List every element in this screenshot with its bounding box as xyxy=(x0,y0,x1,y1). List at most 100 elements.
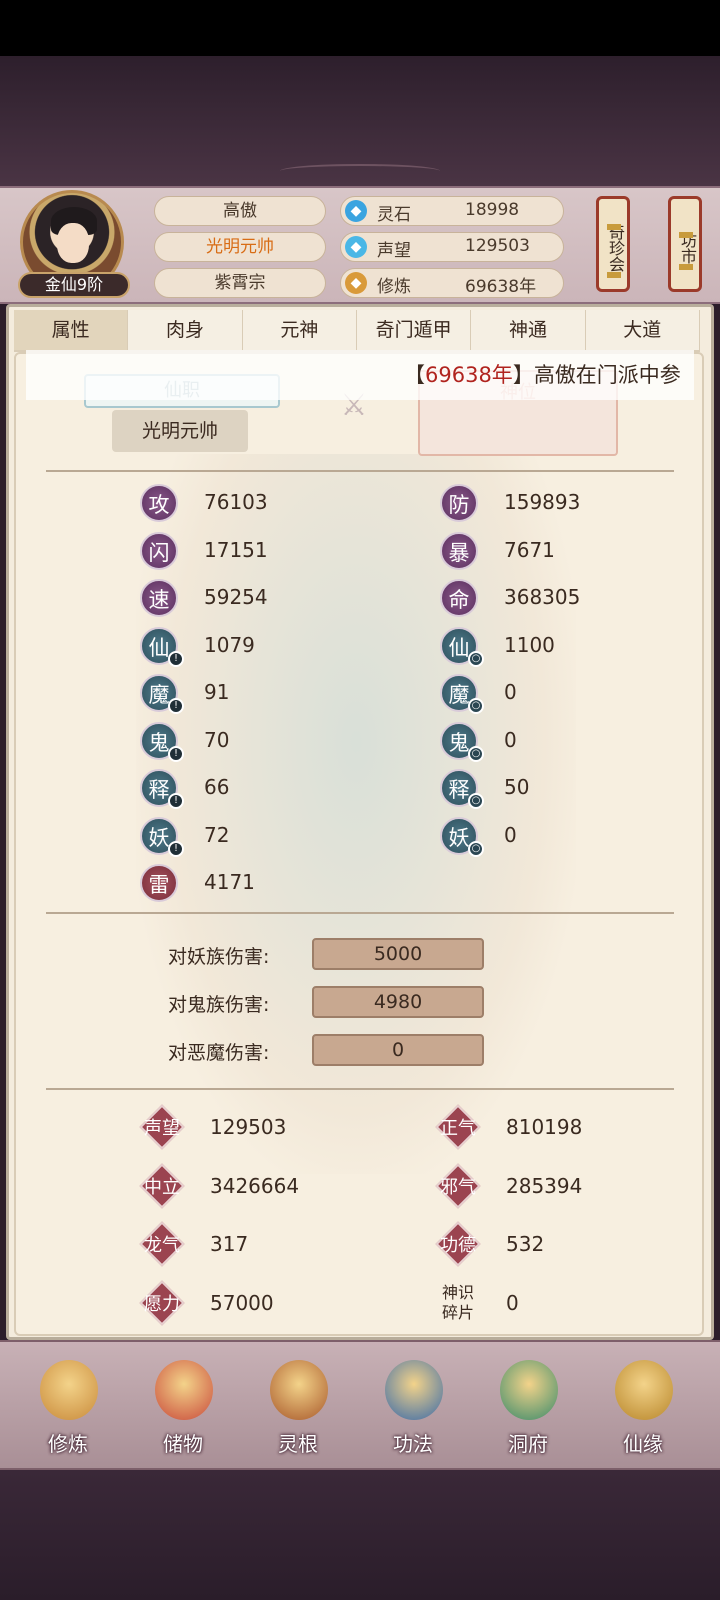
misc-value: 57000 xyxy=(210,1290,274,1315)
diamond-badge: 正气 xyxy=(435,1104,481,1150)
marquee-year: 69638年 xyxy=(425,363,513,387)
storage-bag-icon xyxy=(155,1360,213,1420)
stat-row: 命 368305 xyxy=(440,579,660,617)
marquee-text: 高傲在门派中参 xyxy=(533,363,681,387)
resist-indicator-icon: ○ xyxy=(468,840,484,857)
misc-value: 810198 xyxy=(506,1115,583,1139)
attack-indicator-icon: ! xyxy=(168,745,184,762)
damage-value: 5000 xyxy=(312,938,484,970)
stat-value: 0 xyxy=(504,680,517,704)
tab-1[interactable]: 肉身 xyxy=(128,310,243,352)
stat-row: 攻 76103 xyxy=(140,484,360,522)
nav-cave-dwelling[interactable]: 洞府 xyxy=(476,1360,580,1460)
diamond-badge: 神识 碎片 xyxy=(436,1281,480,1325)
tab-4[interactable]: 神通 xyxy=(471,310,586,352)
tab-2[interactable]: 元神 xyxy=(242,310,357,352)
diamond-badge: 愿力 xyxy=(139,1279,185,1326)
player-sect: 紫霄宗 xyxy=(154,268,326,298)
stat-value: 4171 xyxy=(204,870,255,894)
stat-row: 闪 17151 xyxy=(140,531,360,570)
nav-cultivate[interactable]: 修炼 xyxy=(16,1360,120,1460)
attack-indicator-icon: ! xyxy=(168,698,184,714)
avatar-face xyxy=(57,223,89,263)
tab-5[interactable]: 大道 xyxy=(585,310,700,352)
reputation-row: 龙气 317 xyxy=(139,1221,360,1267)
reputation-row: 正气 810198 xyxy=(435,1104,656,1150)
resource-label: 修炼 xyxy=(377,277,411,297)
divider xyxy=(46,912,674,914)
meditation-icon: ◆ xyxy=(345,272,367,294)
tab-3[interactable]: 奇门遁甲 xyxy=(356,310,472,352)
misc-label: 龙气 xyxy=(144,1235,180,1256)
nav-label: 仙缘 xyxy=(623,1432,663,1456)
marquee-bracket-close: 】 xyxy=(512,363,534,387)
misc-value: 317 xyxy=(210,1232,249,1256)
stat-row: 仙 ○ 1100 xyxy=(440,626,660,667)
top-ornament xyxy=(280,164,440,178)
market-button[interactable]: 坊市 xyxy=(668,196,702,292)
stat-row: 魔! 91 xyxy=(140,674,360,714)
stat-row: 魔 ○ 0 xyxy=(440,674,660,714)
misc-value: 285394 xyxy=(506,1173,583,1198)
resource-label: 声望 xyxy=(377,241,411,261)
stat-row: 防 159893 xyxy=(440,484,660,522)
spirit-stone-icon: ◆ xyxy=(345,200,367,222)
misc-label: 神识 碎片 xyxy=(441,1282,474,1322)
stat-badge: 暴 xyxy=(440,531,478,570)
attack-indicator-icon: ! xyxy=(168,840,184,857)
misc-value: 0 xyxy=(506,1290,519,1315)
resource-reputation[interactable]: ◆ 声望 129503 xyxy=(340,232,564,262)
stat-row: 妖 ○ 0 xyxy=(440,816,660,857)
resource-spirit-stone[interactable]: ◆ 灵石 18998 xyxy=(340,196,564,226)
status-bar xyxy=(0,0,720,56)
bottom-background xyxy=(0,1470,720,1600)
spirit-root-icon xyxy=(270,1360,328,1420)
stat-row: 鬼! 70 xyxy=(140,721,360,762)
stat-badge: 速 xyxy=(140,579,178,617)
reputation-row: 神识 碎片 0 xyxy=(436,1281,656,1325)
stat-row: 暴 7671 xyxy=(440,531,660,570)
misc-value: 532 xyxy=(506,1232,545,1256)
damage-label: 对妖族伤害: xyxy=(168,946,270,968)
tab-0[interactable]: 属性 xyxy=(14,310,129,352)
stat-badge: 攻 xyxy=(140,484,178,522)
stat-value: 1079 xyxy=(204,632,255,657)
stat-badge: 防 xyxy=(440,484,478,522)
reputation-row: 邪气 285394 xyxy=(435,1162,656,1209)
nav-technique-book[interactable]: 功法 xyxy=(361,1360,465,1460)
attack-indicator-icon: ! xyxy=(168,650,184,667)
stat-value: 50 xyxy=(504,775,530,799)
nav-spirit-root[interactable]: 灵根 xyxy=(246,1360,350,1460)
stat-value: 72 xyxy=(204,822,230,847)
damage-value: 4980 xyxy=(312,986,484,1018)
stat-row: 雷 4171 xyxy=(140,864,360,902)
misc-label: 邪气 xyxy=(440,1176,476,1198)
technique-book-icon xyxy=(385,1360,443,1420)
nav-immortal-fate[interactable]: 仙缘 xyxy=(591,1360,695,1460)
stat-value: 159893 xyxy=(504,490,581,514)
resource-meditation[interactable]: ◆ 修炼 69638年 xyxy=(340,268,564,298)
reputation-row: 中立 3426664 xyxy=(139,1162,360,1209)
misc-label: 正气 xyxy=(440,1118,476,1139)
reputation-row: 声望 129503 xyxy=(139,1104,360,1150)
damage-label: 对恶魔伤害: xyxy=(168,1042,270,1064)
stat-value: 70 xyxy=(204,727,230,752)
nav-storage-bag[interactable]: 储物 xyxy=(131,1360,235,1460)
resist-indicator-icon: ○ xyxy=(468,698,484,714)
misc-label: 功德 xyxy=(440,1235,476,1256)
stat-row: 妖! 72 xyxy=(140,816,360,857)
divider xyxy=(46,1088,674,1090)
divider xyxy=(46,470,674,472)
resource-value: 69638年 xyxy=(465,277,537,297)
stat-value: 1100 xyxy=(504,632,555,657)
diamond-badge: 邪气 xyxy=(435,1162,481,1209)
nav-label: 功法 xyxy=(393,1432,433,1456)
stat-value: 76103 xyxy=(204,490,268,514)
misc-label: 声望 xyxy=(144,1118,180,1139)
stat-value: 0 xyxy=(504,727,517,752)
stat-badge: 命 xyxy=(440,579,478,617)
damage-value: 0 xyxy=(312,1034,484,1066)
stat-row: 仙! 1079 xyxy=(140,626,360,667)
treasure-fair-button[interactable]: 奇珍会 xyxy=(596,196,630,292)
stat-badge: 雷 xyxy=(140,864,178,902)
